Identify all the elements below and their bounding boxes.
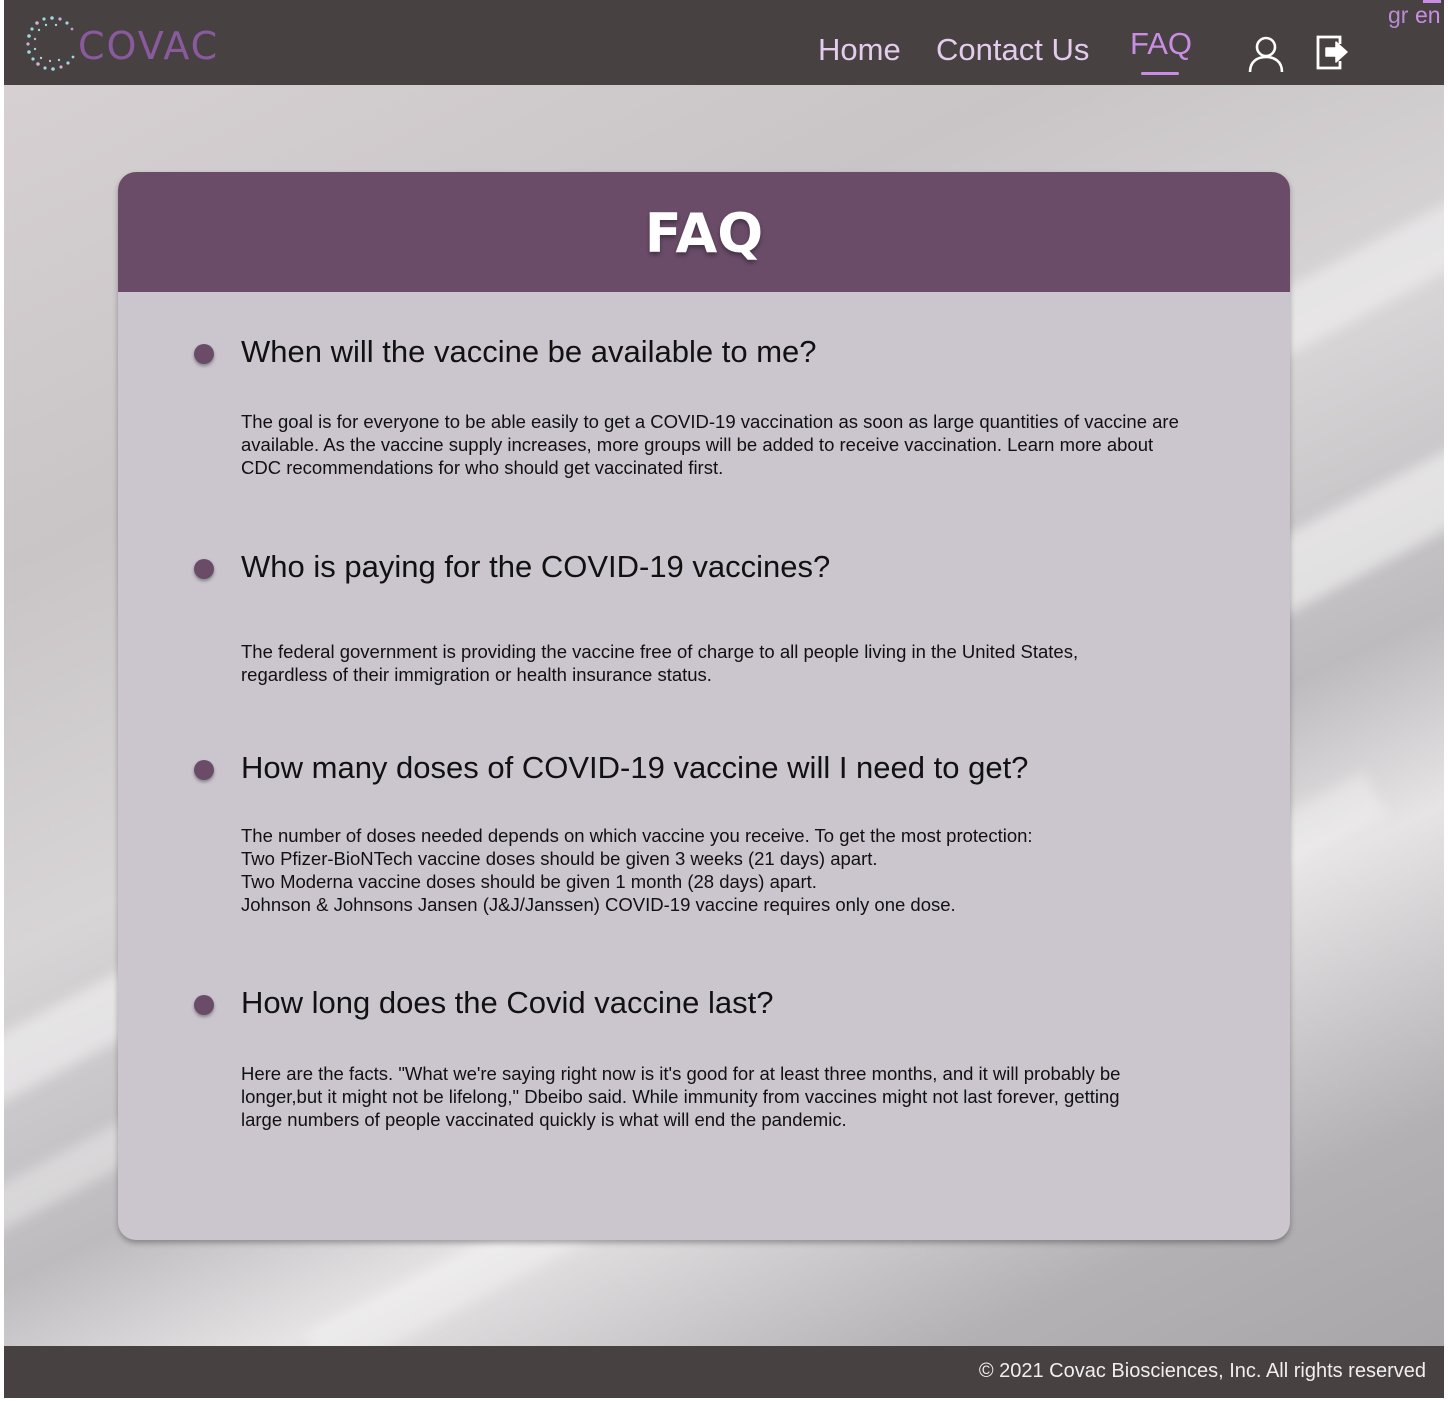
active-nav-indicator [1141, 72, 1179, 75]
faq-answer-line: Here are the facts. "What we're saying r… [241, 1063, 1121, 1084]
faq-answer: Here are the facts. "What we're saying r… [241, 1062, 1211, 1131]
language-gr-link[interactable]: gr [1388, 2, 1408, 29]
nav-faq-link[interactable]: FAQ [1130, 26, 1192, 62]
user-icon[interactable] [1246, 34, 1286, 74]
faq-answer-line: Johnson & Johnsons Jansen (J&J/Janssen) … [241, 894, 956, 915]
faq-answer: The goal is for everyone to be able easi… [241, 410, 1211, 479]
faq-question: Who is paying for the COVID-19 vaccines? [241, 549, 831, 584]
faq-answer-line: CDC recommendations for who should get v… [241, 457, 724, 478]
covac-logo[interactable]: COVAC [24, 14, 224, 72]
faq-answer: The federal government is providing the … [241, 640, 1211, 686]
bullet-icon [194, 559, 214, 579]
faq-answer: The number of doses needed depends on wh… [241, 824, 1211, 916]
copyright-text: © 2021 Covac Biosciences, Inc. All right… [978, 1360, 1426, 1382]
language-en-link[interactable]: en [1415, 2, 1441, 29]
nav-home-link[interactable]: Home [818, 32, 901, 68]
nav-contact-link[interactable]: Contact Us [936, 32, 1089, 68]
faq-title: FAQ [644, 202, 764, 265]
logo-text: COVAC [78, 24, 220, 68]
faq-question: How long does the Covid vaccine last? [241, 985, 774, 1020]
footer: © 2021 Covac Biosciences, Inc. All right… [4, 1346, 1444, 1398]
bullet-icon [194, 995, 214, 1015]
faq-answer-line: large numbers of people vaccinated quick… [241, 1109, 847, 1130]
page-frame: COVAC Home Contact Us FAQ gr en FAQ When… [4, 0, 1444, 1398]
faq-answer-line: The number of doses needed depends on wh… [241, 825, 1033, 846]
faq-answer-line: Two Moderna vaccine doses should be give… [241, 871, 817, 892]
faq-answer-line: regardless of their immigration or healt… [241, 664, 712, 685]
faq-question: How many doses of COVID-19 vaccine will … [241, 750, 1029, 785]
logout-icon[interactable] [1314, 32, 1352, 72]
faq-card-header: FAQ [118, 172, 1290, 292]
dotted-ring-logo-icon [26, 16, 75, 71]
faq-card: FAQ When will the vaccine be available t… [118, 172, 1290, 1240]
bullet-icon [194, 344, 214, 364]
faq-answer-line: longer,but it might not be lifelong," Db… [241, 1086, 1120, 1107]
faq-question: When will the vaccine be available to me… [241, 334, 817, 369]
faq-answer-line: Two Pfizer-BioNTech vaccine doses should… [241, 848, 878, 869]
faq-answer-line: available. As the vaccine supply increas… [241, 434, 1154, 455]
bullet-icon [194, 760, 214, 780]
faq-answer-line: The goal is for everyone to be able easi… [241, 411, 1179, 432]
top-navbar: COVAC Home Contact Us FAQ gr en [4, 0, 1444, 85]
faq-answer-line: The federal government is providing the … [241, 641, 1079, 662]
